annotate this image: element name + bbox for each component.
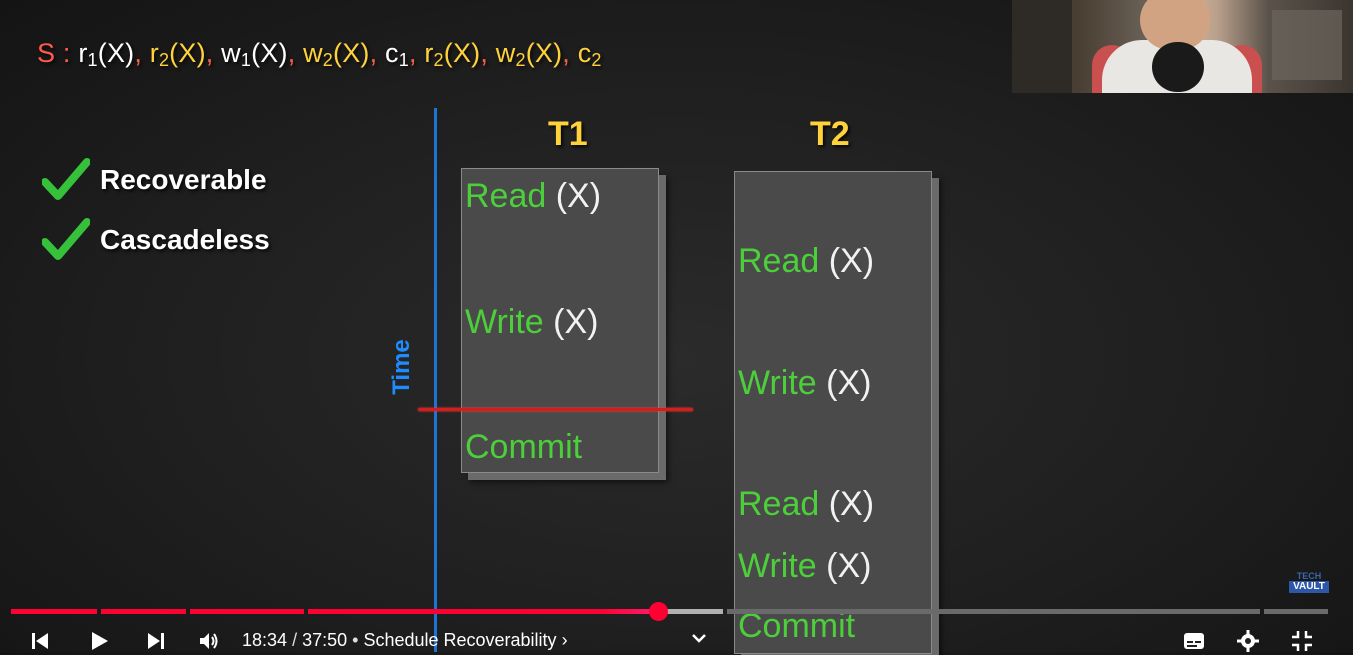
- t2-title: T2: [810, 115, 850, 153]
- checkmark-icon: [42, 158, 90, 200]
- chevron-right-icon[interactable]: ›: [562, 630, 568, 650]
- subtitles-button[interactable]: [1180, 627, 1208, 655]
- check-recoverable: Recoverable: [42, 158, 267, 202]
- op-r2: r2(X): [149, 38, 206, 70]
- duration: 37:50: [302, 630, 348, 650]
- play-button[interactable]: [85, 627, 113, 655]
- op-w2b: w2(X): [495, 38, 563, 70]
- chevron-down-icon: [692, 634, 706, 643]
- commit-point-line: [418, 408, 693, 411]
- t2-op-write-2: Write (X): [738, 547, 872, 585]
- time-axis-label: Time: [388, 339, 415, 395]
- op-r1: r1(X): [78, 38, 135, 70]
- volume-icon: [200, 633, 218, 649]
- previous-button[interactable]: [26, 627, 54, 655]
- schedule-prefix: S :: [37, 38, 71, 68]
- webcam-overlay: [1012, 0, 1353, 93]
- check-cascadeless: Cascadeless: [42, 218, 270, 262]
- chapters-toggle-button[interactable]: [685, 624, 713, 652]
- op-c1: c1: [385, 38, 409, 70]
- next-icon: [148, 633, 164, 649]
- progress-bar[interactable]: [11, 602, 1328, 621]
- progress-chapter-1[interactable]: [11, 609, 97, 614]
- progress-chapter-next[interactable]: [727, 609, 1260, 614]
- checkmark-icon: [42, 218, 90, 260]
- op-w1: w1(X): [221, 38, 288, 70]
- channel-logo: TECH VAULT: [1289, 572, 1329, 594]
- progress-chapter-2[interactable]: [101, 609, 186, 614]
- op-w2: w2(X): [303, 38, 370, 70]
- t2-op-read-2: Read (X): [738, 485, 875, 523]
- t2-op-write: Write (X): [738, 364, 872, 402]
- schedule-line: S : r1(X), r2(X), w1(X), w2(X), c1, r2(X…: [37, 38, 602, 70]
- time-axis-line: [434, 108, 437, 652]
- progress-chapter-3[interactable]: [190, 609, 304, 614]
- chapter-title[interactable]: Schedule Recoverability: [363, 630, 556, 650]
- progress-buffered: [662, 609, 723, 614]
- play-icon: [92, 632, 108, 650]
- t1-op-read: Read (X): [465, 177, 602, 215]
- check-label: Cascadeless: [100, 224, 270, 255]
- exit-fullscreen-button[interactable]: [1288, 627, 1316, 655]
- player-controls: 18:34 / 37:50 • Schedule Recoverability …: [0, 622, 1353, 652]
- subtitles-icon: [1184, 633, 1204, 649]
- t2-op-read: Read (X): [738, 242, 875, 280]
- previous-icon: [32, 633, 48, 649]
- settings-icon: [1237, 630, 1259, 652]
- op-r2b: r2(X): [424, 38, 481, 70]
- op-c2: c2: [577, 38, 602, 70]
- current-time: 18:34: [242, 630, 288, 650]
- progress-chapter-last[interactable]: [1264, 609, 1328, 614]
- t1-op-write: Write (X): [465, 303, 599, 341]
- t1-title: T1: [548, 115, 588, 153]
- settings-button[interactable]: [1234, 627, 1262, 655]
- exit-fullscreen-icon: [1292, 631, 1312, 651]
- next-button[interactable]: [142, 627, 170, 655]
- volume-button[interactable]: [195, 627, 223, 655]
- check-label: Recoverable: [100, 164, 267, 195]
- time-display: 18:34 / 37:50 • Schedule Recoverability …: [242, 630, 568, 650]
- scrubber-handle[interactable]: [649, 602, 668, 621]
- t1-op-commit: Commit: [465, 428, 583, 466]
